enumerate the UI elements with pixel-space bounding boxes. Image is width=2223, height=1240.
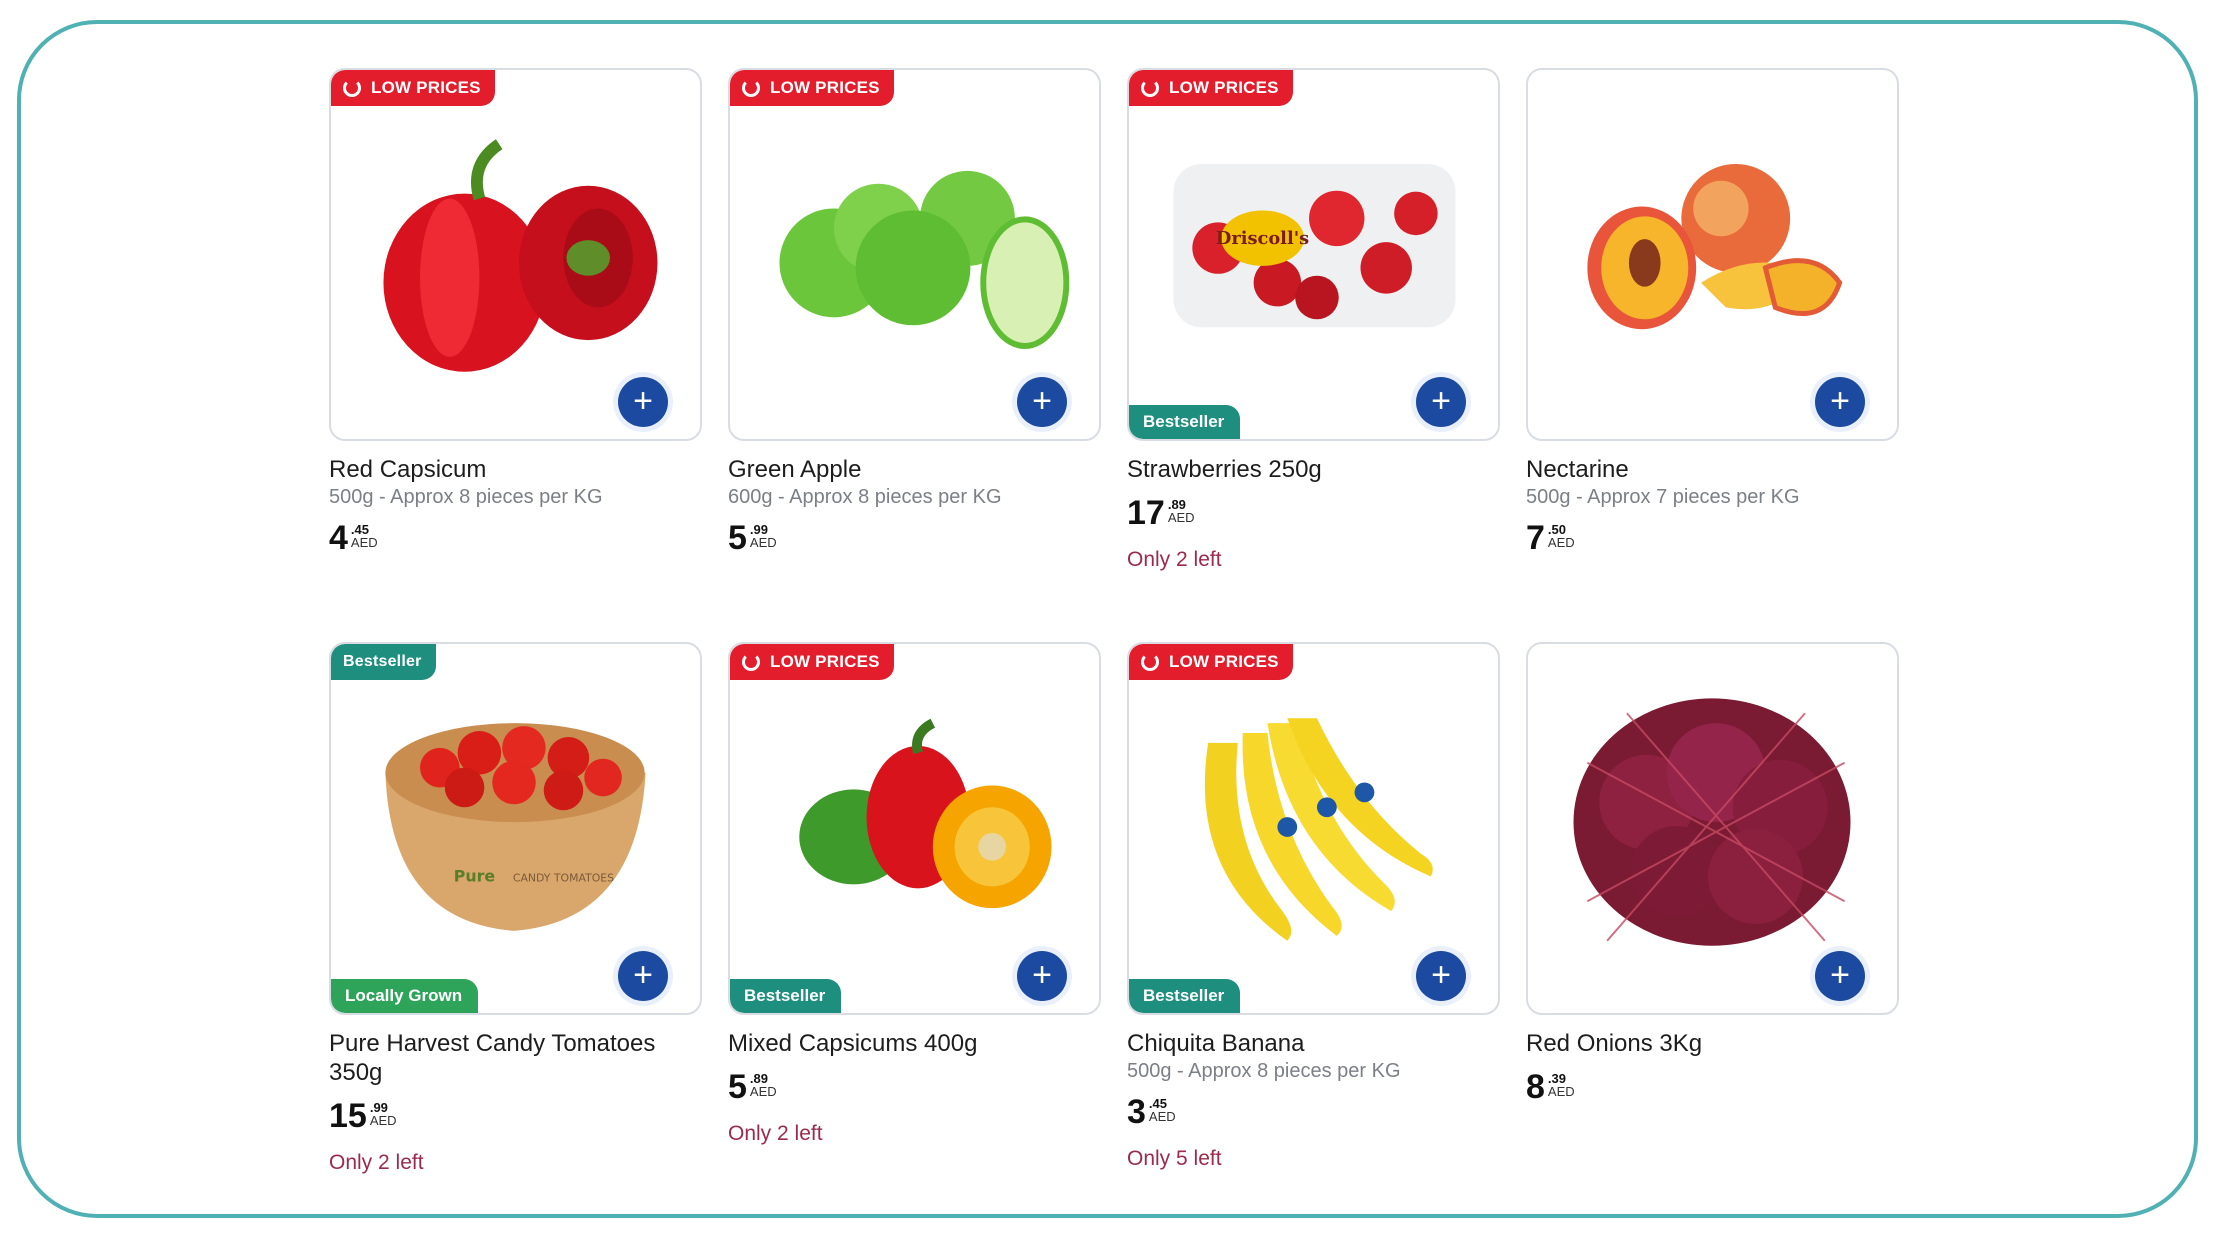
product-card[interactable]: LOW PRICES + Green Apple 600g - Approx 8… <box>728 68 1101 642</box>
product-weight: 600g - Approx 8 pieces per KG <box>728 486 1002 508</box>
badge-label: LOW PRICES <box>1169 78 1279 97</box>
product-price: 15 .99 AED <box>329 1097 702 1135</box>
price-integer: 17 <box>1127 494 1165 532</box>
badge-label: LOW PRICES <box>1169 652 1279 671</box>
badge-label: LOW PRICES <box>371 78 481 97</box>
stock-status: Only 2 left <box>1127 548 1222 571</box>
product-name[interactable]: Nectarine <box>1526 455 1899 484</box>
product-name[interactable]: Green Apple <box>728 455 1101 484</box>
badge-label: Bestseller <box>343 653 422 670</box>
product-weight: 500g - Approx 8 pieces per KG <box>329 486 603 508</box>
bestseller-badge: Bestseller <box>730 979 842 1013</box>
price-currency: AED <box>1547 1084 1575 1099</box>
low-prices-badge: LOW PRICES <box>1129 644 1293 680</box>
stock-status: Only 2 left <box>728 1122 823 1145</box>
refresh-icon <box>742 79 760 97</box>
stock-status: Only 5 left <box>1127 1147 1222 1170</box>
price-currency: AED <box>1167 510 1195 525</box>
price-integer: 5 <box>728 519 747 557</box>
product-card[interactable]: + Nectarine 500g - Approx 7 pieces per K… <box>1526 68 1899 642</box>
low-prices-badge: LOW PRICES <box>331 70 495 106</box>
product-name[interactable]: Red Onions 3Kg <box>1526 1029 1899 1058</box>
product-name[interactable]: Red Capsicum <box>329 455 702 484</box>
product-card[interactable]: LOW PRICES + Red Capsicum 500g - Approx … <box>329 68 702 642</box>
bestseller-badge: Bestseller <box>1129 979 1241 1013</box>
add-to-cart-button[interactable]: + <box>1416 951 1466 1001</box>
add-to-cart-button[interactable]: + <box>1815 951 1865 1001</box>
badge-label: LOW PRICES <box>770 652 880 671</box>
product-weight: 500g - Approx 7 pieces per KG <box>1526 486 1800 508</box>
product-price: 5 .99 AED <box>728 519 1101 557</box>
product-grid: LOW PRICES + Red Capsicum 500g - Approx … <box>329 68 1899 1216</box>
price-integer: 7 <box>1526 519 1545 557</box>
refresh-icon <box>1141 653 1159 671</box>
product-price: 8 .39 AED <box>1526 1068 1899 1106</box>
low-prices-badge: LOW PRICES <box>730 644 894 680</box>
add-to-cart-button[interactable]: + <box>618 377 668 427</box>
add-to-cart-button[interactable]: + <box>1017 377 1067 427</box>
product-name[interactable]: Strawberries 250g <box>1127 455 1500 484</box>
low-prices-badge: LOW PRICES <box>1129 70 1293 106</box>
price-integer: 4 <box>329 519 348 557</box>
price-integer: 5 <box>728 1068 747 1106</box>
price-integer: 15 <box>329 1097 367 1135</box>
price-integer: 8 <box>1526 1068 1545 1106</box>
badge-label: LOW PRICES <box>770 78 880 97</box>
product-image-box[interactable]: + <box>1526 68 1899 441</box>
price-currency: AED <box>1148 1109 1176 1124</box>
add-to-cart-button[interactable]: + <box>1017 951 1067 1001</box>
locally-grown-badge: Locally Grown <box>331 979 479 1013</box>
refresh-icon <box>742 653 760 671</box>
price-integer: 3 <box>1127 1093 1146 1131</box>
price-currency: AED <box>369 1113 397 1128</box>
pure-logo-text: Pure <box>454 866 495 885</box>
product-image-box[interactable]: Driscoll's LOW PRICES Bestseller + <box>1127 68 1500 441</box>
price-currency: AED <box>1547 535 1575 550</box>
driscolls-logo-text: Driscoll's <box>1216 228 1309 249</box>
add-to-cart-button[interactable]: + <box>1416 377 1466 427</box>
add-to-cart-button[interactable]: + <box>1815 377 1865 427</box>
product-card[interactable]: + Red Onions 3Kg 8 .39 AED <box>1526 642 1899 1216</box>
product-price: 7 .50 AED <box>1526 519 1899 557</box>
product-image-box[interactable]: + <box>1526 642 1899 1015</box>
bestseller-badge: Bestseller <box>331 644 436 680</box>
bestseller-badge: Bestseller <box>1129 405 1241 439</box>
product-card[interactable]: LOW PRICES Bestseller + Chiquita Banana … <box>1127 642 1500 1216</box>
product-name[interactable]: Mixed Capsicums 400g <box>728 1029 1101 1058</box>
product-card[interactable]: LOW PRICES Bestseller + Mixed Capsicums … <box>728 642 1101 1216</box>
refresh-icon <box>343 79 361 97</box>
price-currency: AED <box>749 535 777 550</box>
product-card[interactable]: Driscoll's LOW PRICES Bestseller + Straw… <box>1127 68 1500 642</box>
product-image-box[interactable]: LOW PRICES Bestseller + <box>1127 642 1500 1015</box>
product-name[interactable]: Chiquita Banana <box>1127 1029 1500 1058</box>
product-image-box[interactable]: LOW PRICES + <box>329 68 702 441</box>
price-currency: AED <box>749 1084 777 1099</box>
refresh-icon <box>1141 79 1159 97</box>
candy-tomatoes-label: CANDY TOMATOES <box>513 871 614 884</box>
product-price: 17 .89 AED <box>1127 494 1500 532</box>
product-image-box[interactable]: Pure CANDY TOMATOES Bestseller Locally G… <box>329 642 702 1015</box>
product-image-box[interactable]: LOW PRICES + <box>728 68 1101 441</box>
product-card[interactable]: Pure CANDY TOMATOES Bestseller Locally G… <box>329 642 702 1216</box>
product-image-box[interactable]: LOW PRICES Bestseller + <box>728 642 1101 1015</box>
product-name[interactable]: Pure Harvest Candy Tomatoes 350g <box>329 1029 702 1087</box>
product-weight: 500g - Approx 8 pieces per KG <box>1127 1060 1401 1082</box>
add-to-cart-button[interactable]: + <box>618 951 668 1001</box>
stock-status: Only 2 left <box>329 1151 424 1174</box>
price-currency: AED <box>350 535 378 550</box>
product-price: 5 .89 AED <box>728 1068 1101 1106</box>
product-price: 3 .45 AED <box>1127 1093 1500 1131</box>
product-price: 4 .45 AED <box>329 519 702 557</box>
low-prices-badge: LOW PRICES <box>730 70 894 106</box>
